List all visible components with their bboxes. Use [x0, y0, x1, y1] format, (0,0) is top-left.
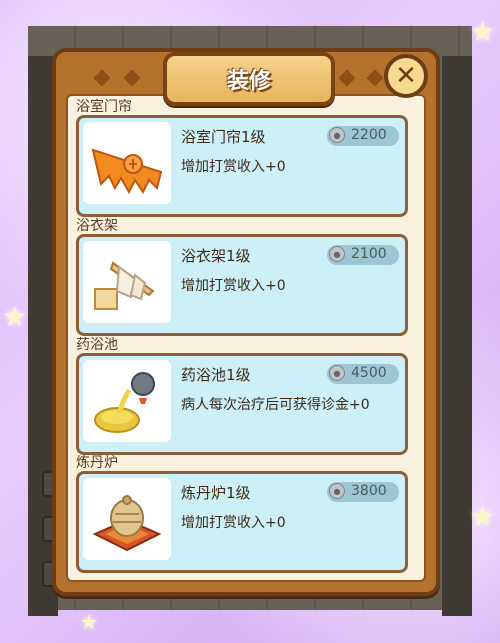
ornament-diamond — [123, 69, 141, 87]
price-tag: ● 2100 — [327, 245, 399, 265]
title-plate: 装修 — [163, 52, 335, 106]
item-description: 增加打赏收入+0 — [181, 278, 286, 294]
item-name: 浴室门帘1级 — [181, 128, 266, 146]
ornament-diamond — [93, 69, 111, 87]
price-tag: ● 3800 — [327, 482, 399, 502]
section-label: 炼丹炉 — [76, 455, 118, 471]
item-description: 病人每次治疗后可获得诊金+0 — [181, 397, 370, 413]
ornament-diamond — [338, 69, 356, 87]
sparkle-icon: ★ — [470, 500, 496, 533]
section-label: 药浴池 — [76, 337, 118, 353]
bath-curtain-icon — [83, 122, 171, 204]
coin-icon: ● — [329, 246, 345, 262]
item-card-bath-curtain[interactable]: 浴室门帘1级 ● 2200 增加打赏收入+0 — [76, 115, 408, 217]
item-price: 2200 — [351, 127, 387, 143]
alchemy-furnace-icon — [83, 478, 171, 560]
item-card-medicinal-bath[interactable]: 药浴池1级 ● 4500 病人每次治疗后可获得诊金+0 — [76, 353, 408, 455]
item-name: 炼丹炉1级 — [181, 484, 251, 502]
item-price: 2100 — [351, 246, 387, 262]
section-label: 浴室门帘 — [76, 99, 132, 115]
section-label: 浴衣架 — [76, 218, 118, 234]
coin-icon: ● — [329, 483, 345, 499]
coin-icon: ● — [329, 365, 345, 381]
price-tag: ● 2200 — [327, 126, 399, 146]
item-price: 3800 — [351, 483, 387, 499]
sparkle-icon: ★ — [470, 15, 496, 48]
medicinal-bath-icon — [83, 360, 171, 442]
robe-rack-icon — [83, 241, 171, 323]
item-card-robe-rack[interactable]: 浴衣架1级 ● 2100 增加打赏收入+0 — [76, 234, 408, 336]
item-description: 增加打赏收入+0 — [181, 515, 286, 531]
sparkle-icon: ★ — [2, 300, 28, 333]
item-description: 增加打赏收入+0 — [181, 159, 286, 175]
right-wall — [442, 56, 472, 616]
item-name: 药浴池1级 — [181, 366, 251, 384]
dialog-title: 装修 — [226, 69, 271, 94]
item-price: 4500 — [351, 365, 387, 381]
sparkle-icon: ★ — [80, 610, 98, 634]
coin-icon: ● — [329, 127, 345, 143]
close-icon: ✕ — [395, 61, 417, 91]
item-name: 浴衣架1级 — [181, 247, 251, 265]
close-button[interactable]: ✕ — [384, 54, 428, 98]
price-tag: ● 4500 — [327, 364, 399, 384]
item-card-alchemy-furnace[interactable]: 炼丹炉1级 ● 3800 增加打赏收入+0 — [76, 471, 408, 573]
ornament-diamond — [366, 69, 384, 87]
